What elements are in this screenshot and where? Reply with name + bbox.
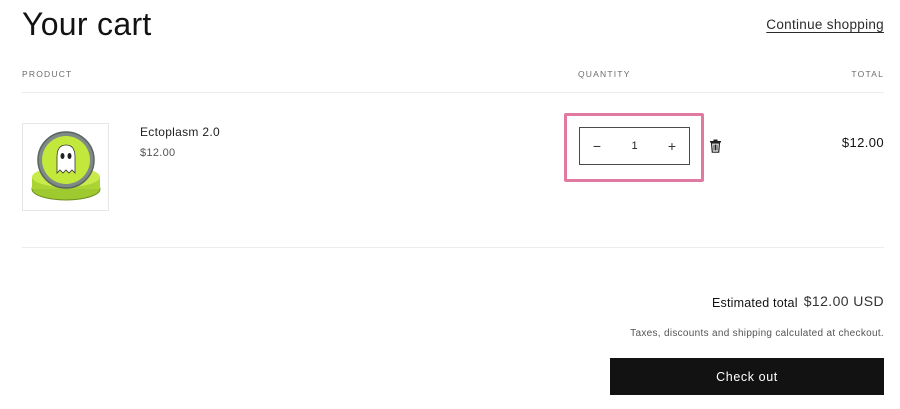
estimated-total-value: $12.00 USD xyxy=(803,293,884,309)
continue-shopping-link[interactable]: Continue shopping xyxy=(766,17,884,32)
quantity-input[interactable]: 1 xyxy=(614,140,655,152)
column-header-product: PRODUCT xyxy=(22,69,73,79)
plus-icon: + xyxy=(667,138,677,154)
column-header-total: TOTAL xyxy=(851,69,884,79)
remove-item-button[interactable] xyxy=(709,139,722,153)
line-total: $12.00 xyxy=(841,135,884,150)
divider xyxy=(22,247,884,248)
estimated-total-label: Estimated total xyxy=(712,296,798,310)
divider xyxy=(22,92,884,93)
quantity-stepper: − 1 + xyxy=(579,127,690,165)
column-header-quantity: QUANTITY xyxy=(578,69,631,79)
putty-tin-image xyxy=(31,131,100,201)
minus-icon: − xyxy=(592,138,602,154)
product-price: $12.00 xyxy=(140,147,176,159)
product-image[interactable] xyxy=(22,123,109,211)
trash-icon xyxy=(710,139,721,153)
tax-note: Taxes, discounts and shipping calculated… xyxy=(630,328,884,339)
decrease-quantity-button[interactable]: − xyxy=(580,128,614,164)
product-name[interactable]: Ectoplasm 2.0 xyxy=(140,125,220,139)
increase-quantity-button[interactable]: + xyxy=(655,128,689,164)
checkout-button[interactable]: Check out xyxy=(610,358,884,395)
page-title: Your cart xyxy=(22,6,152,42)
